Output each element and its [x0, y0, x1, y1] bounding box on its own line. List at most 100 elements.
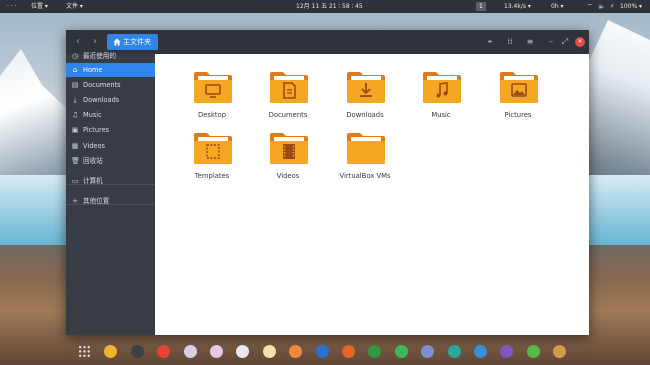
picture-icon: ▣ [71, 126, 79, 134]
file-manager-window: ‹ › 主文件夹 ⌖ ⁞⁞ ≡ – ⤢ ✕ ◷ 最近使用的 ⌂ Home ▤ Docume… [66, 30, 589, 335]
app-tan-icon[interactable] [553, 345, 567, 358]
wifi-icon[interactable]: ⌔ [587, 0, 593, 13]
menu-icon[interactable]: ≡ [524, 36, 536, 48]
close-icon[interactable]: ✕ [575, 37, 585, 47]
sidebar-item-pictures[interactable]: ▣ Pictures [66, 123, 155, 137]
folder-label: Desktop [197, 111, 227, 119]
sidebar-item-music[interactable]: ♫ Music [66, 108, 155, 122]
volume-icon[interactable]: 🔈 [598, 0, 605, 13]
app-grid-icon[interactable] [78, 345, 91, 358]
folder-desktop[interactable]: Desktop [174, 63, 250, 119]
folder-templates[interactable]: Templates [174, 124, 250, 180]
path-home-button[interactable]: 主文件夹 [107, 34, 158, 50]
grid-view-icon[interactable]: ⁞⁞ [504, 36, 516, 48]
home-icon [113, 38, 121, 46]
folder-music[interactable]: Music [403, 63, 479, 119]
sidebar-item-documents[interactable]: ▤ Documents [66, 78, 155, 92]
folder-label: Documents [268, 111, 308, 119]
sidebar-item-回收站[interactable]: 🗑 回收站 [66, 154, 155, 168]
sidebar-item-其他位置[interactable]: + 其他位置 [66, 194, 155, 208]
spreadsheet-icon[interactable] [368, 345, 382, 358]
app-lilac-icon[interactable] [421, 345, 435, 358]
folder-virtualbox-vms[interactable]: VirtualBox VMs [327, 124, 403, 180]
folder-label: Videos [276, 172, 300, 180]
app-green-icon[interactable] [526, 345, 540, 358]
folder-icon [347, 133, 385, 164]
forward-arrow-icon[interactable]: › [89, 36, 101, 48]
folder-pictures[interactable]: Pictures [480, 63, 556, 119]
app-orange-icon[interactable] [289, 345, 303, 358]
folder-label: Templates [194, 172, 230, 180]
sidebar-item-home[interactable]: ⌂ Home [66, 63, 155, 77]
terminal-icon[interactable] [130, 345, 144, 358]
folder-downloads[interactable]: Downloads [327, 63, 403, 119]
sidebar-item-label: Pictures [83, 126, 110, 134]
drawing-icon[interactable] [262, 345, 276, 358]
folder-icon [270, 133, 308, 164]
clock[interactable]: 12月 11 五 21 ∶ 58 ∶ 45 [296, 0, 363, 13]
media-player-icon[interactable] [500, 345, 514, 358]
status-indicator[interactable]: 0h ▾ [551, 0, 564, 13]
dock [70, 342, 580, 362]
trash-icon: 🗑 [71, 157, 80, 165]
video-icon: ▦ [71, 142, 79, 150]
app-pink-icon[interactable] [183, 345, 197, 358]
folder-label: VirtualBox VMs [339, 172, 391, 180]
places-menu[interactable]: 位置 ▾ [31, 0, 48, 13]
folder-label: Pictures [504, 111, 532, 119]
folder-icon [270, 72, 308, 103]
sidebar-item-label: 计算机 [83, 177, 103, 185]
network-speed[interactable]: 13.4k/s ▾ [504, 0, 531, 13]
image-viewer-icon[interactable] [474, 345, 487, 358]
monitor-icon[interactable] [447, 345, 461, 358]
files-icon[interactable] [104, 345, 118, 358]
workspace-indicator[interactable]: 1 [476, 2, 486, 11]
folder-icon [347, 72, 385, 103]
feather-icon[interactable] [236, 345, 250, 358]
file-menu[interactable]: 文件 ▾ [66, 0, 83, 13]
sidebar-item-label: Downloads [83, 96, 120, 104]
sidebar-item-label: Music [83, 111, 102, 119]
clock-icon: ◷ [71, 52, 79, 60]
folder-icon [500, 72, 538, 103]
back-arrow-icon[interactable]: ‹ [72, 36, 84, 48]
home-icon: ⌂ [72, 66, 78, 74]
sidebar-item-label: Documents [83, 81, 121, 89]
document-icon: ▤ [71, 81, 79, 89]
android-icon[interactable] [394, 345, 408, 358]
app-purple-icon[interactable] [210, 345, 223, 358]
sidebar-item-label: 回收站 [83, 157, 103, 165]
music-icon: ♫ [71, 111, 79, 119]
location-icon[interactable]: ⌖ [484, 36, 496, 48]
folder-documents[interactable]: Documents [250, 63, 326, 119]
top-panel: · · · 位置 ▾ 文件 ▾ 12月 11 五 21 ∶ 58 ∶ 45 1 … [0, 0, 650, 13]
sidebar: ◷ 最近使用的 ⌂ Home ▤ Documents ⤓ Downloads ♫ Music ▣ Pi… [66, 52, 155, 335]
word-icon[interactable] [315, 345, 329, 358]
sidebar-item-最近使用的[interactable]: ◷ 最近使用的 [66, 49, 155, 63]
activities-dots[interactable]: · · · [7, 0, 17, 13]
minimize-icon[interactable]: – [545, 36, 557, 48]
sidebar-item-videos[interactable]: ▦ Videos [66, 139, 155, 153]
sidebar-item-label: 其他位置 [83, 197, 110, 205]
maximize-icon[interactable]: ⤢ [559, 36, 571, 48]
sidebar-item-label: 最近使用的 [83, 52, 116, 60]
folder-grid: Desktop Documents Downloads Music Pictures Te… [155, 54, 589, 335]
sidebar-item-计算机[interactable]: ▭ 计算机 [66, 174, 155, 188]
sidebar-separator [66, 204, 155, 205]
path-label: 主文件夹 [123, 38, 151, 46]
download-icon: ⤓ [73, 96, 77, 104]
chrome-icon[interactable] [157, 345, 171, 358]
sidebar-item-label: Home [83, 66, 103, 74]
folder-icon [194, 133, 232, 164]
presentation-icon[interactable] [342, 345, 355, 358]
sidebar-item-downloads[interactable]: ⤓ Downloads [66, 93, 155, 107]
battery-indicator[interactable]: 100% ▾ [620, 0, 642, 13]
folder-videos[interactable]: Videos [250, 124, 326, 180]
sidebar-item-label: Videos [83, 142, 105, 150]
folder-icon [423, 72, 461, 103]
power-icon[interactable]: ⚡ [610, 0, 614, 13]
folder-label: Music [431, 111, 451, 119]
folder-icon [194, 72, 232, 103]
folder-label: Downloads [346, 111, 384, 119]
sidebar-separator [66, 184, 155, 185]
